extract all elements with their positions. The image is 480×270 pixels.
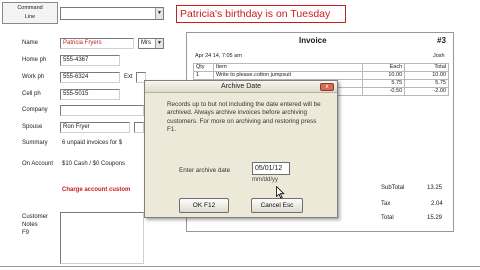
title-select[interactable]: Mrs ▼ — [138, 38, 164, 49]
chevron-down-icon[interactable]: ▼ — [155, 39, 163, 48]
customer-notes-label-2: Notes — [22, 222, 38, 228]
invoice-clerk: Josh — [433, 53, 445, 59]
column-each: Each — [362, 63, 406, 72]
archive-date-label: Enter archive date — [179, 167, 231, 174]
tax-label: Tax — [381, 201, 391, 207]
invoice-title: Invoice — [299, 36, 327, 45]
column-item: Item — [212, 63, 364, 72]
cell-phone-label: Cell ph — [22, 91, 41, 97]
row-total: 5.75 — [404, 79, 449, 88]
spouse-label: Spouse — [22, 124, 43, 130]
work-phone-field[interactable]: 555-6324 — [60, 72, 120, 83]
invoice-header-row: Qty Item Each Total — [193, 63, 449, 72]
command-line-label-bottom: Line — [24, 14, 36, 20]
work-phone-label: Work ph — [22, 74, 45, 80]
name-label: Name — [22, 40, 39, 46]
row-each: 5.75 — [362, 79, 406, 88]
archive-date-input[interactable]: 05/01/12 — [252, 162, 290, 175]
close-icon[interactable]: x — [320, 83, 334, 91]
row-item: Write to please.cotton jumpsuit — [212, 71, 364, 80]
company-field[interactable] — [60, 105, 144, 116]
total-label: Total — [381, 215, 394, 221]
command-line-label-top: Command — [17, 5, 43, 11]
row-qty: 1 — [193, 71, 214, 80]
row-total: -2.00 — [404, 87, 449, 96]
chevron-down-icon[interactable]: ▼ — [155, 8, 163, 19]
cell-phone-field[interactable]: 555-5015 — [60, 89, 120, 100]
row-total: 10.00 — [404, 71, 449, 80]
column-qty: Qty — [193, 63, 214, 72]
date-format-hint: mm/dd/yy — [252, 177, 279, 183]
dialog-message: Records up to but not including the date… — [167, 101, 321, 134]
command-line-label: Command Line — [2, 2, 58, 24]
home-phone-field[interactable]: 555-4367 — [60, 55, 120, 66]
home-phone-label: Home ph — [22, 57, 47, 63]
invoice-date: Apr 24 14, 7:05 am — [195, 53, 242, 59]
subtotal-value: 13.25 — [427, 185, 443, 191]
ok-button[interactable]: OK F12 — [179, 198, 229, 213]
customer-notes-field[interactable] — [60, 212, 144, 264]
customer-notes-label-3: F9 — [22, 230, 30, 236]
company-label: Company — [22, 107, 48, 113]
bottom-divider — [0, 266, 480, 267]
tax-value: 2.04 — [431, 201, 443, 207]
summary-label: Summary — [22, 140, 48, 146]
name-field[interactable]: Patricia Fryers — [60, 38, 134, 49]
invoice-number: #3 — [437, 36, 446, 45]
row-each: 10.00 — [362, 71, 406, 80]
on-account-label: On Account — [22, 161, 54, 167]
spouse-extra-field[interactable] — [134, 122, 144, 133]
charge-account-text: Charge account custom — [62, 187, 131, 193]
ext-label: Ext — [124, 74, 133, 80]
summary-value: 6 unpaid invoices for $ — [62, 140, 123, 146]
table-row[interactable]: 1 Write to please.cotton jumpsuit 10.00 … — [193, 71, 449, 80]
on-account-value: $10 Cash / $0 Coupons — [62, 161, 126, 167]
customer-notes-label-1: Customer — [22, 214, 49, 220]
column-total: Total — [404, 63, 449, 72]
cancel-button[interactable]: Cancel Esc — [251, 198, 303, 213]
archive-date-dialog: Archive Date x Records up to but not inc… — [144, 80, 338, 218]
command-line-input[interactable]: ▼ — [60, 7, 164, 20]
title-value: Mrs — [141, 40, 151, 46]
spouse-field[interactable]: Ron Fryer — [60, 122, 130, 133]
subtotal-label: SubTotal — [381, 185, 405, 191]
total-value: 15.29 — [427, 215, 443, 221]
dialog-title: Archive Date — [145, 81, 337, 93]
row-each: -0.50 — [362, 87, 406, 96]
birthday-banner: Patricia's birthday is on Tuesday — [176, 5, 346, 23]
mouse-pointer-icon — [276, 186, 285, 199]
